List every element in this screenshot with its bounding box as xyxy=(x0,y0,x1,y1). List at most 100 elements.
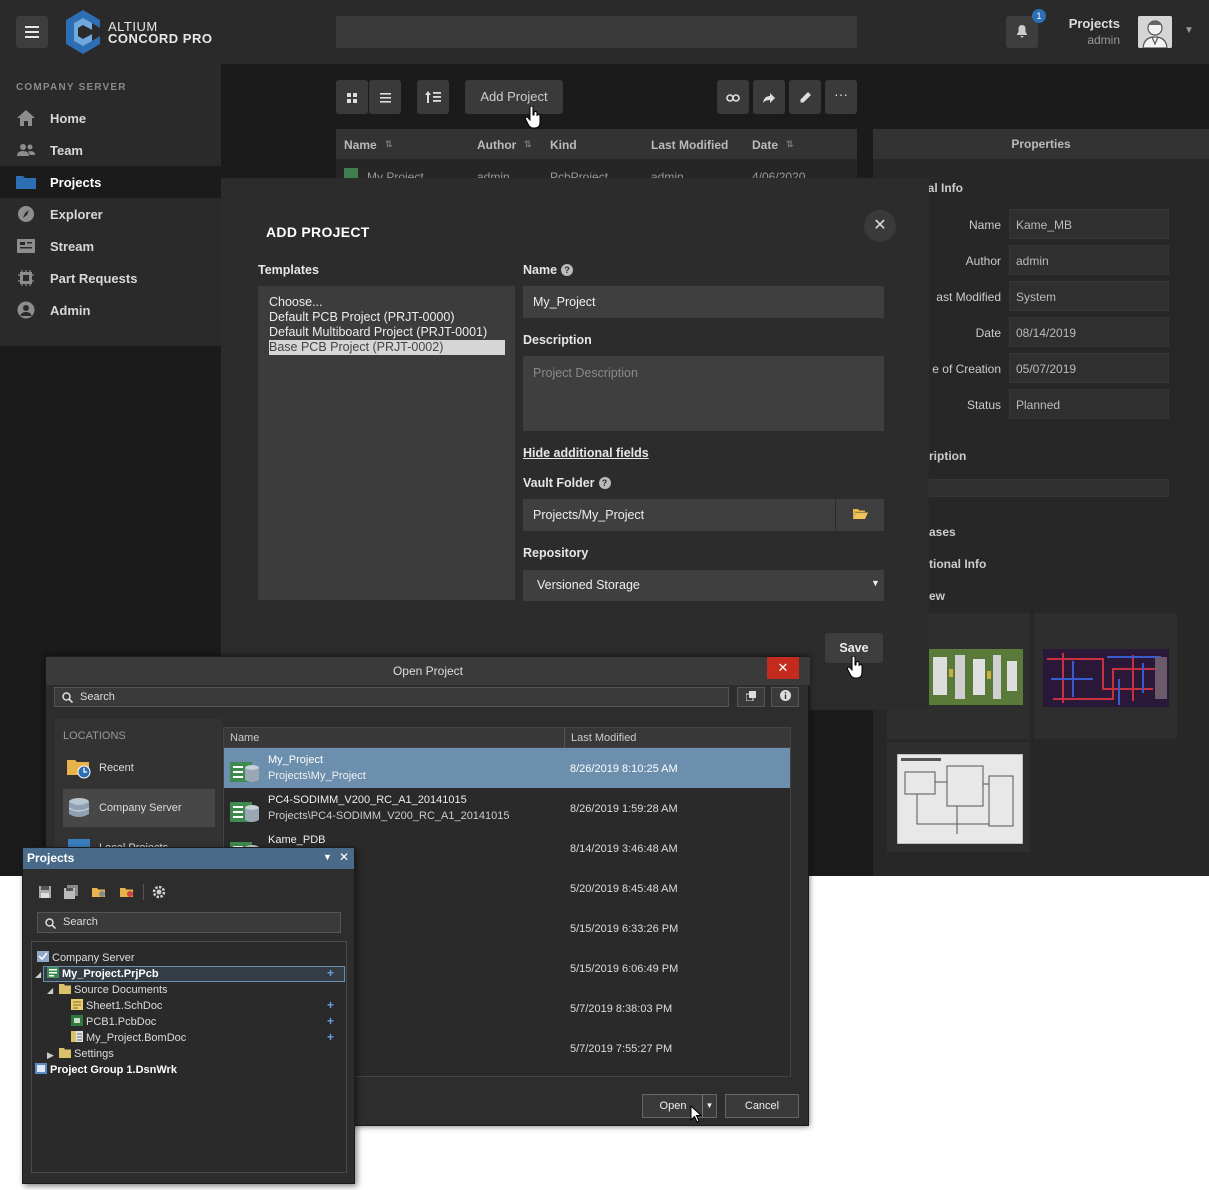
project-group-icon xyxy=(35,1063,47,1074)
share-button[interactable] xyxy=(753,80,785,114)
template-option[interactable]: Default Multiboard Project (PRJT-0001) xyxy=(269,325,505,340)
dialog-close-button[interactable]: ✕ xyxy=(767,657,799,679)
file-modified: 8/14/2019 3:46:48 AM xyxy=(570,843,678,855)
add-icon[interactable]: + xyxy=(327,998,334,1012)
preview-thumbnail-schematic[interactable] xyxy=(887,742,1030,852)
tree-node-source-documents[interactable]: Source Documents xyxy=(59,982,168,998)
global-search-input[interactable] xyxy=(336,16,857,48)
add-icon[interactable]: + xyxy=(327,966,334,980)
releases-heading[interactable]: ases xyxy=(929,525,956,539)
pcb-3d-preview-image xyxy=(927,649,1023,705)
project-options-icon[interactable] xyxy=(91,885,107,899)
templates-list[interactable]: Choose... Default PCB Project (PRJT-0000… xyxy=(258,286,515,600)
column-header-name[interactable]: Name xyxy=(344,138,377,152)
sidebar-item-team[interactable]: Team xyxy=(0,134,221,166)
add-project-button[interactable]: Add Project xyxy=(465,80,563,114)
prop-value-name[interactable]: Kame_MB xyxy=(1009,209,1169,239)
prop-value-last-modified[interactable]: System xyxy=(1009,281,1169,311)
column-header-name[interactable]: Name xyxy=(230,732,259,744)
sort-arrows-icon[interactable]: ⇅ xyxy=(524,139,532,150)
collapse-arrow-icon[interactable]: ▶ xyxy=(47,1050,54,1061)
column-header-last-modified[interactable]: Last Modified xyxy=(571,732,636,744)
gear-icon[interactable] xyxy=(151,885,167,899)
preview-heading[interactable]: ew xyxy=(929,589,945,603)
save-all-icon[interactable] xyxy=(63,885,79,899)
column-header-author[interactable]: Author xyxy=(477,138,516,152)
additional-info-heading[interactable]: tional Info xyxy=(929,557,986,571)
tree-node-project-group[interactable]: Project Group 1.DsnWrk xyxy=(35,1062,177,1078)
general-info-heading[interactable]: ral Info xyxy=(923,181,963,195)
prop-value-date-of-creation[interactable]: 05/07/2019 xyxy=(1009,353,1169,383)
grid-view-button[interactable] xyxy=(336,80,368,114)
column-header-last-modified[interactable]: Last Modified xyxy=(651,138,728,152)
template-option[interactable]: Default PCB Project (PRJT-0000) xyxy=(269,310,505,325)
hamburger-menu-button[interactable] xyxy=(16,16,48,48)
template-option[interactable]: Choose... xyxy=(269,295,505,310)
sort-arrows-icon[interactable]: ⇅ xyxy=(385,139,393,150)
chevron-down-icon[interactable]: ▼ xyxy=(1184,25,1194,36)
properties-title: Properties xyxy=(873,129,1209,159)
description-heading[interactable]: ription xyxy=(929,449,966,463)
prop-value-status[interactable]: Planned xyxy=(1009,389,1169,419)
help-icon[interactable]: ? xyxy=(561,264,574,276)
cancel-button[interactable]: Cancel xyxy=(725,1094,799,1118)
prop-description-field[interactable] xyxy=(929,479,1169,497)
tree-node-pcb[interactable]: PCB1.PcbDoc xyxy=(71,1014,156,1030)
link-button[interactable] xyxy=(717,80,749,114)
copy-view-button[interactable] xyxy=(737,687,765,707)
tree-node-server[interactable]: Company Server xyxy=(37,950,135,966)
sidebar-item-admin[interactable]: Admin xyxy=(0,294,221,326)
info-button[interactable] xyxy=(771,687,799,707)
project-description-input[interactable]: Project Description xyxy=(523,356,884,431)
close-icon[interactable]: ✕ xyxy=(339,850,349,864)
avatar[interactable] xyxy=(1138,16,1172,48)
open-dropdown-button[interactable]: ▼ xyxy=(702,1094,717,1118)
add-icon[interactable]: + xyxy=(327,1014,334,1028)
expand-arrow-icon[interactable]: ◢ xyxy=(47,986,53,995)
sidebar-item-home[interactable]: Home xyxy=(0,102,221,134)
refresh-folder-icon[interactable] xyxy=(119,885,135,899)
prop-value-date[interactable]: 08/14/2019 xyxy=(1009,317,1169,347)
browse-folder-button[interactable] xyxy=(836,499,884,531)
expand-arrow-icon[interactable]: ◢ xyxy=(35,970,41,979)
add-icon[interactable]: + xyxy=(327,1030,334,1044)
hide-additional-fields-link[interactable]: Hide additional fields xyxy=(523,446,649,460)
project-name-input[interactable]: My_Project xyxy=(523,286,884,318)
sort-arrows-icon[interactable]: ⇅ xyxy=(786,139,794,150)
tree-node-schematic[interactable]: Sheet1.SchDoc xyxy=(71,998,162,1014)
location-company-server[interactable]: Company Server xyxy=(63,789,215,827)
column-divider[interactable] xyxy=(564,728,565,748)
template-option-selected[interactable]: Base PCB Project (PRJT-0002) xyxy=(269,340,505,355)
tree-node-project[interactable]: My_Project.PrjPcb xyxy=(47,966,159,982)
sidebar-item-projects[interactable]: Projects xyxy=(0,166,221,198)
prop-value-author[interactable]: admin xyxy=(1009,245,1169,275)
file-row[interactable]: PC4-SODIMM_V200_RC_A1_20141015 Projects\P… xyxy=(224,788,790,828)
dialog-search-input[interactable]: Search xyxy=(54,687,729,707)
sidebar-item-explorer[interactable]: Explorer xyxy=(0,198,221,230)
panel-search-input[interactable]: Search xyxy=(37,912,341,933)
tree-node-bom[interactable]: My_Project.BomDoc xyxy=(71,1030,186,1046)
preview-thumbnail-2d[interactable] xyxy=(1034,613,1177,739)
modal-close-button[interactable]: ✕ xyxy=(864,210,896,242)
file-row[interactable]: My_Project Projects\My_Project 8/26/2019 8… xyxy=(224,748,790,788)
sidebar-item-part-requests[interactable]: Part Requests xyxy=(0,262,221,294)
tree-node-settings[interactable]: Settings xyxy=(59,1046,114,1062)
vault-folder-input[interactable]: Projects/My_Project xyxy=(523,499,835,531)
sidebar-item-stream[interactable]: Stream xyxy=(0,230,221,262)
column-header-kind[interactable]: Kind xyxy=(550,138,577,152)
user-name[interactable]: Projects xyxy=(1062,16,1120,31)
panel-menu-icon[interactable]: ▼ xyxy=(323,852,332,862)
repository-select[interactable]: Versioned Storage ▼ xyxy=(523,570,884,601)
more-options-button[interactable]: ··· xyxy=(825,80,857,114)
vault-folder-label: Vault Folder? xyxy=(523,476,611,490)
edit-button[interactable] xyxy=(789,80,821,114)
sort-button[interactable] xyxy=(417,80,449,114)
sidebar-item-label: Projects xyxy=(50,175,102,190)
list-view-button[interactable] xyxy=(369,80,401,114)
column-header-date[interactable]: Date xyxy=(752,138,778,152)
save-icon[interactable] xyxy=(37,885,53,899)
help-icon[interactable]: ? xyxy=(598,477,611,489)
tree-node-label: Project Group 1.DsnWrk xyxy=(50,1064,177,1076)
home-icon xyxy=(17,110,35,126)
location-recent[interactable]: Recent xyxy=(63,749,215,787)
